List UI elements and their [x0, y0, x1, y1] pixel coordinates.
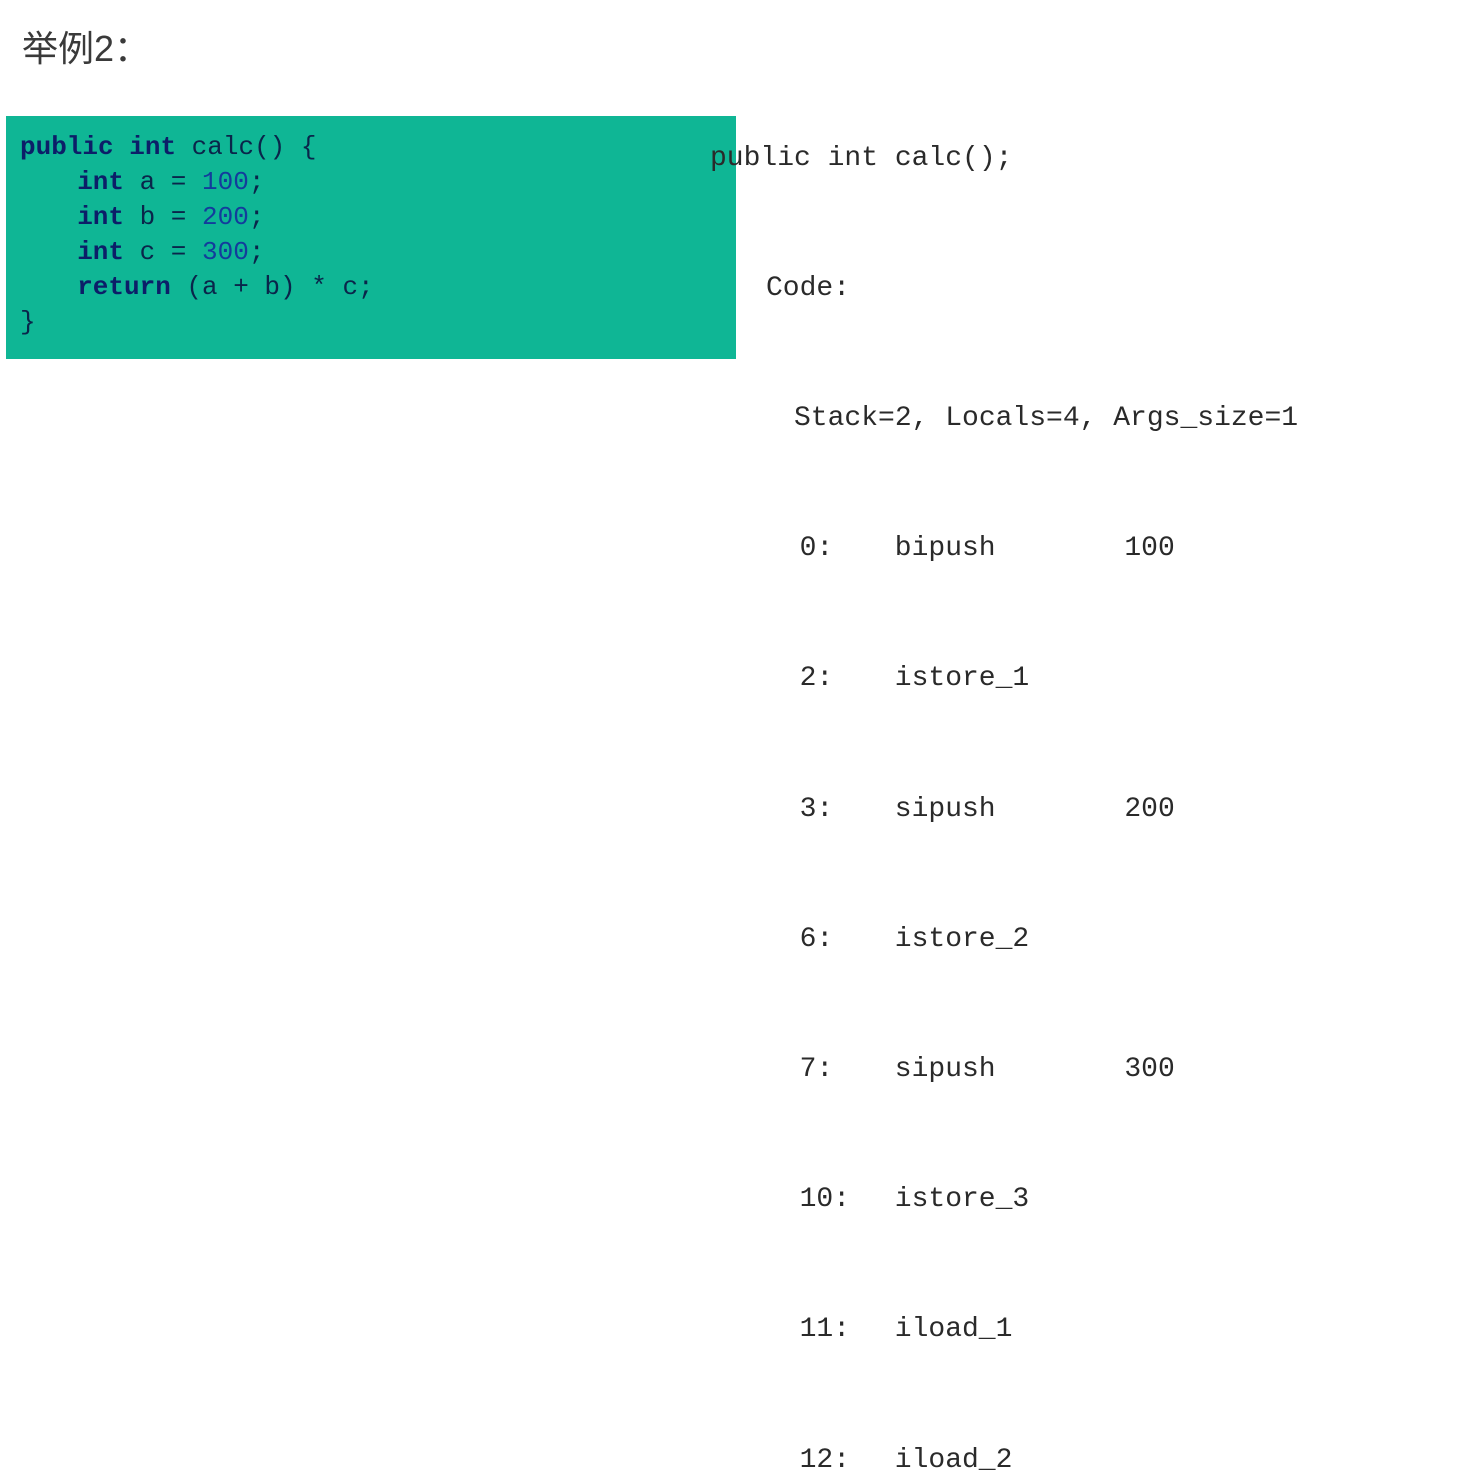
bytecode-code-label: Code:	[710, 267, 1298, 310]
keyword-int: int	[129, 132, 176, 162]
offset: 0:	[800, 527, 895, 570]
instruction: bipush	[895, 527, 1125, 570]
instruction: istore_1	[895, 657, 1125, 700]
offset: 2:	[800, 657, 895, 700]
bytecode-row: 3:sipush200	[710, 788, 1298, 831]
bytecode-signature: public int calc();	[710, 137, 1298, 180]
instruction: istore_3	[895, 1178, 1125, 1221]
instruction: sipush	[895, 788, 1125, 831]
bytecode-row: 12:iload_2	[710, 1439, 1298, 1474]
sig-tail: () {	[254, 132, 316, 162]
bytecode-stack-info: Stack=2, Locals=4, Args_size=1	[710, 397, 1298, 440]
assign-a: a =	[124, 167, 202, 197]
bytecode-row: 0:bipush100	[710, 527, 1298, 570]
src-line-signature: public int calc() {	[20, 130, 722, 165]
src-line-close: }	[20, 305, 722, 340]
semicolon: ;	[249, 167, 265, 197]
argument: 200	[1124, 788, 1174, 831]
literal-100: 100	[202, 167, 249, 197]
return-expr: (a + b) * c;	[171, 272, 374, 302]
keyword-return: return	[77, 272, 171, 302]
offset: 7:	[800, 1048, 895, 1091]
instruction: sipush	[895, 1048, 1125, 1091]
keyword-int: int	[77, 237, 124, 267]
bytecode-row: 11:iload_1	[710, 1308, 1298, 1351]
keyword-int: int	[77, 167, 124, 197]
src-line-c: int c = 300;	[20, 235, 722, 270]
offset: 6:	[800, 918, 895, 961]
offset: 10:	[800, 1178, 895, 1221]
offset: 12:	[800, 1439, 895, 1474]
src-line-return: return (a + b) * c;	[20, 270, 722, 305]
bytecode-row: 2:istore_1	[710, 657, 1298, 700]
bytecode-row: 6:istore_2	[710, 918, 1298, 961]
argument: 100	[1124, 527, 1174, 570]
assign-c: c =	[124, 237, 202, 267]
semicolon: ;	[249, 237, 265, 267]
offset: 3:	[800, 788, 895, 831]
bytecode-listing: public int calc(); Code: Stack=2, Locals…	[710, 50, 1298, 1474]
keyword-public: public	[20, 132, 114, 162]
literal-200: 200	[202, 202, 249, 232]
bytecode-row: 10:istore_3	[710, 1178, 1298, 1221]
bytecode-row: 7:sipush300	[710, 1048, 1298, 1091]
method-name: calc	[192, 132, 254, 162]
example-heading: 举例2：	[22, 20, 150, 72]
argument: 300	[1124, 1048, 1174, 1091]
literal-300: 300	[202, 237, 249, 267]
assign-b: b =	[124, 202, 202, 232]
src-line-a: int a = 100;	[20, 165, 722, 200]
instruction: iload_1	[895, 1308, 1125, 1351]
java-source-code: public int calc() { int a = 100; int b =…	[6, 116, 736, 359]
src-line-b: int b = 200;	[20, 200, 722, 235]
semicolon: ;	[249, 202, 265, 232]
instruction: iload_2	[895, 1439, 1125, 1474]
offset: 11:	[800, 1308, 895, 1351]
keyword-int: int	[77, 202, 124, 232]
instruction: istore_2	[895, 918, 1125, 961]
